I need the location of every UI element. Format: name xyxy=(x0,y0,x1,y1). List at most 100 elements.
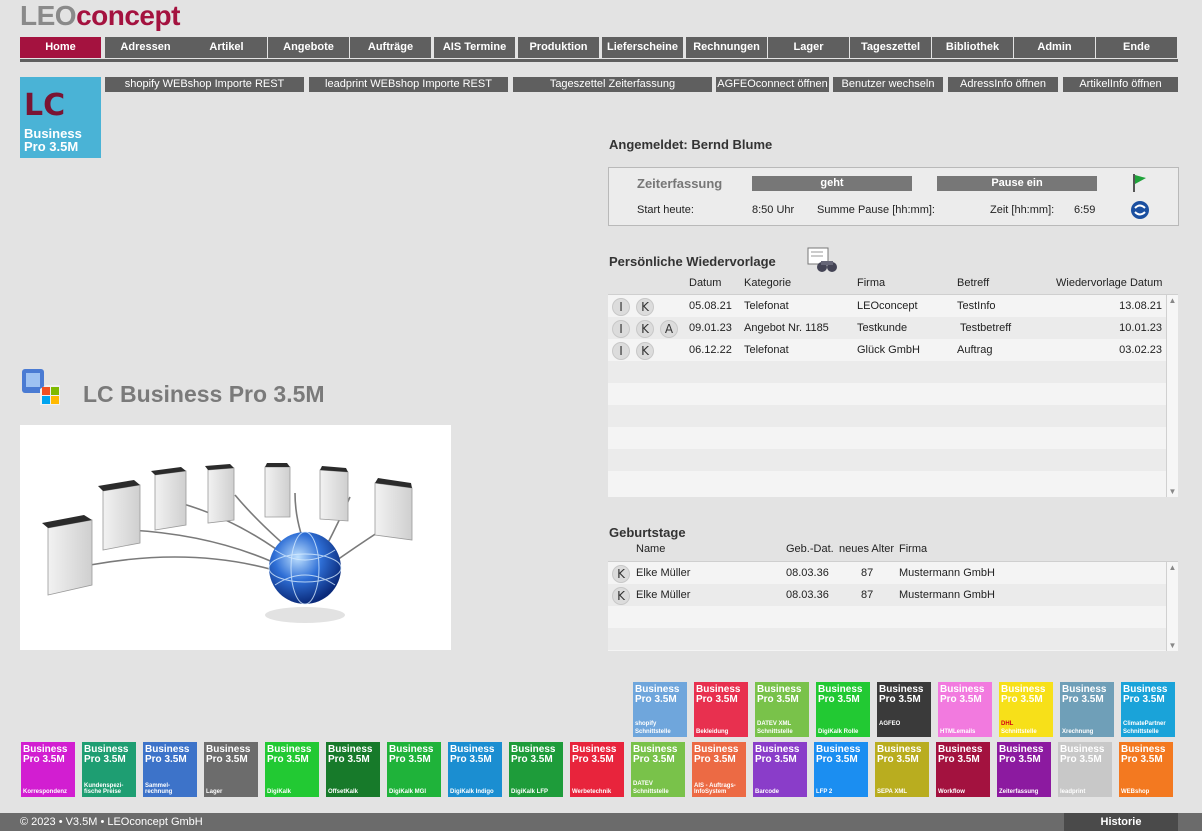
wiedervorlage-scrollbar[interactable]: ▲ ▼ xyxy=(1166,295,1178,497)
geburtstage-title: Geburtstage xyxy=(609,525,686,540)
subnav-agfeoconnect-öffnen[interactable]: AGFEOconnect öffnen xyxy=(716,77,829,92)
footer: © 2023 • V3.5M • LEOconcept GmbH Histori… xyxy=(0,813,1202,831)
module-tile-sepa-xml[interactable]: Business Pro 3.5M SEPA XML xyxy=(875,742,929,797)
module-tile-bekleidung[interactable]: Business Pro 3.5M Bekleidung xyxy=(694,682,748,737)
historie-button[interactable]: Historie xyxy=(1064,813,1178,831)
module-tile-schnittstelle[interactable]: Business Pro 3.5M DHL Schnittstelle xyxy=(999,682,1053,737)
cell-kategorie: Telefonat xyxy=(744,300,789,312)
module-tile-digikalk-mgi[interactable]: Business Pro 3.5M DigiKalk MGI xyxy=(387,742,441,797)
product-title: LC Business Pro 3.5M xyxy=(83,381,325,407)
module-tile-schnittstelle[interactable]: Business Pro 3.5M ClimatePartner Schnittste… xyxy=(1121,682,1175,737)
module-tile-xrechnung[interactable]: Business Pro 3.5M Xrechnung xyxy=(1060,682,1114,737)
tile-line2: Pro 3.5M xyxy=(389,754,431,765)
module-tile-ais-auftrags-infosystem[interactable]: Business Pro 3.5M AIS - Auftrags-InfoSyste… xyxy=(692,742,746,797)
module-tile-agfeo[interactable]: Business Pro 3.5M AGFEO xyxy=(877,682,931,737)
row-k-icon[interactable]: K xyxy=(612,587,630,605)
nav-adressen[interactable]: Adressen xyxy=(105,37,186,58)
row-k-icon[interactable]: K xyxy=(612,565,630,583)
module-tile-offsetkalk[interactable]: Business Pro 3.5M OffsetKalk xyxy=(326,742,380,797)
module-tile-digikalk[interactable]: Business Pro 3.5M DigiKalk xyxy=(265,742,319,797)
module-tile-htmlemails[interactable]: Business Pro 3.5M HTMLemails xyxy=(938,682,992,737)
empty-row xyxy=(608,471,1166,493)
nav-bibliothek[interactable]: Bibliothek xyxy=(932,37,1013,58)
nav-angebote[interactable]: Angebote xyxy=(268,37,349,58)
module-tile-sammel-rechnung[interactable]: Business Pro 3.5M Sammel-rechnung xyxy=(143,742,197,797)
tile-label: Werbetechnik xyxy=(572,789,612,795)
table-row[interactable]: I K 06.12.22 Telefonat Glück GmbH Auftrag 03.0… xyxy=(608,339,1166,361)
geburtstage-scrollbar[interactable]: ▲ ▼ xyxy=(1166,562,1178,651)
refresh-icon[interactable] xyxy=(1130,200,1150,220)
tile-line2: Pro 3.5M xyxy=(877,754,919,765)
cell-alter: 87 xyxy=(861,567,874,579)
nav-aufträge[interactable]: Aufträge xyxy=(350,37,431,58)
flag-icon[interactable] xyxy=(1131,173,1149,193)
subnav-adressinfo-öffnen[interactable]: AdressInfo öffnen xyxy=(948,77,1058,92)
nav-admin[interactable]: Admin xyxy=(1014,37,1095,58)
windows-mac-icon xyxy=(20,367,64,407)
nav-ende[interactable]: Ende xyxy=(1096,37,1177,58)
tile-label: Schnittstelle xyxy=(635,729,671,735)
subnav-leadprint-webshop-importe-rest[interactable]: leadprint WEBshop Importe REST xyxy=(309,77,508,92)
module-tile-workflow[interactable]: Business Pro 3.5M Workflow xyxy=(936,742,990,797)
row-k-icon[interactable]: K xyxy=(636,298,654,316)
module-tile-digikalk-rolle[interactable]: Business Pro 3.5M DigiKalk Rolle xyxy=(816,682,870,737)
module-tile-digikalk-indigo[interactable]: Business Pro 3.5M DigiKalk Indigo xyxy=(448,742,502,797)
module-tile-schnittstelle[interactable]: Business Pro 3.5M DATEV XML Schnittstelle xyxy=(755,682,809,737)
subnav-artikelinfo-öffnen[interactable]: ArtikelInfo öffnen xyxy=(1063,77,1178,92)
col-datum: Datum xyxy=(689,277,722,289)
module-tile-leadprint[interactable]: Business Pro 3.5M leadprint xyxy=(1058,742,1112,797)
nav-artikel[interactable]: Artikel xyxy=(186,37,267,58)
pause-button[interactable]: Pause ein xyxy=(937,176,1097,191)
module-tile-korrespondenz[interactable]: Business Pro 3.5M Korrespondenz xyxy=(21,742,75,797)
module-tile-schnittstelle[interactable]: Business Pro 3.5M DATEV Schnittstelle xyxy=(631,742,685,797)
module-tile-barcode[interactable]: Business Pro 3.5M Barcode xyxy=(753,742,807,797)
row-i-icon[interactable]: I xyxy=(612,298,630,316)
subnav-benutzer-wechseln[interactable]: Benutzer wechseln xyxy=(833,77,943,92)
table-row[interactable]: K Elke Müller 08.03.36 87 Mustermann GmbH xyxy=(608,562,1166,584)
tile-label: Zeiterfassung xyxy=(999,789,1039,795)
module-tile-kundenspezi-fische-preise[interactable]: Business Pro 3.5M Kundenspezi-fische Preis… xyxy=(82,742,136,797)
row-k-icon[interactable]: K xyxy=(636,320,654,338)
nav-lieferscheine[interactable]: Lieferscheine xyxy=(602,37,683,58)
tile-logo-shopify: shopify xyxy=(635,721,657,727)
nav-lager[interactable]: Lager xyxy=(768,37,849,58)
row-a-icon[interactable]: A xyxy=(660,320,678,338)
tile-label: Schnittstelle xyxy=(1123,729,1159,735)
row-i-icon[interactable]: I xyxy=(612,320,630,338)
module-tile-webshop[interactable]: Business Pro 3.5M WEBshop xyxy=(1119,742,1173,797)
module-tile-lfp-2[interactable]: Business Pro 3.5M LFP 2 xyxy=(814,742,868,797)
nav-tageszettel[interactable]: Tageszettel xyxy=(850,37,931,58)
wiedervorlage-table: ▲ ▼ I K 05.08.21 Telefonat LEOconcept TestInf… xyxy=(608,294,1178,497)
app-icon-line1: Business xyxy=(24,126,82,141)
network-illustration xyxy=(20,425,451,650)
pause-sum-label: Summe Pause [hh:mm]: xyxy=(817,204,935,216)
subnav-tageszettel-zeiterfassung[interactable]: Tageszettel Zeiterfassung xyxy=(513,77,712,92)
row-i-icon[interactable]: I xyxy=(612,342,630,360)
table-row[interactable]: K Elke Müller 08.03.36 87 Mustermann GmbH xyxy=(608,584,1166,606)
row-k-icon[interactable]: K xyxy=(636,342,654,360)
tile-line2: Pro 3.5M xyxy=(818,694,860,705)
col-neues-alter: neues Alter xyxy=(839,543,895,555)
nav-ais-termine[interactable]: AIS Termine xyxy=(434,37,515,58)
module-tile-zeiterfassung[interactable]: Business Pro 3.5M Zeiterfassung xyxy=(997,742,1051,797)
cell-name: Elke Müller xyxy=(636,567,691,579)
nav-produktion[interactable]: Produktion xyxy=(518,37,599,58)
table-row[interactable]: I K A 09.01.23 Angebot Nr. 1185 Testkunde Test… xyxy=(608,317,1166,339)
binoculars-icon[interactable] xyxy=(807,247,837,273)
subnav-shopify-webshop-importe-rest[interactable]: shopify WEBshop Importe REST xyxy=(105,77,304,92)
module-tile-lager[interactable]: Business Pro 3.5M Lager xyxy=(204,742,258,797)
table-row[interactable]: I K 05.08.21 Telefonat LEOconcept TestInfo 13.… xyxy=(608,295,1166,317)
module-tile-digikalk-lfp[interactable]: Business Pro 3.5M DigiKalk LFP xyxy=(509,742,563,797)
scroll-up-icon[interactable]: ▲ xyxy=(1168,563,1177,572)
module-tile-schnittstelle[interactable]: Business Pro 3.5M shopify Schnittstelle xyxy=(633,682,687,737)
scroll-down-icon[interactable]: ▼ xyxy=(1168,641,1177,650)
nav-rechnungen[interactable]: Rechnungen xyxy=(686,37,767,58)
scroll-down-icon[interactable]: ▼ xyxy=(1168,487,1177,496)
tile-label: Lager xyxy=(206,789,223,795)
geht-button[interactable]: geht xyxy=(752,176,912,191)
nav-home[interactable]: Home xyxy=(20,37,101,58)
zeit-value: 6:59 xyxy=(1074,204,1096,216)
tile-line2: Pro 3.5M xyxy=(1121,754,1163,765)
scroll-up-icon[interactable]: ▲ xyxy=(1168,296,1177,305)
module-tile-werbetechnik[interactable]: Business Pro 3.5M Werbetechnik xyxy=(570,742,624,797)
